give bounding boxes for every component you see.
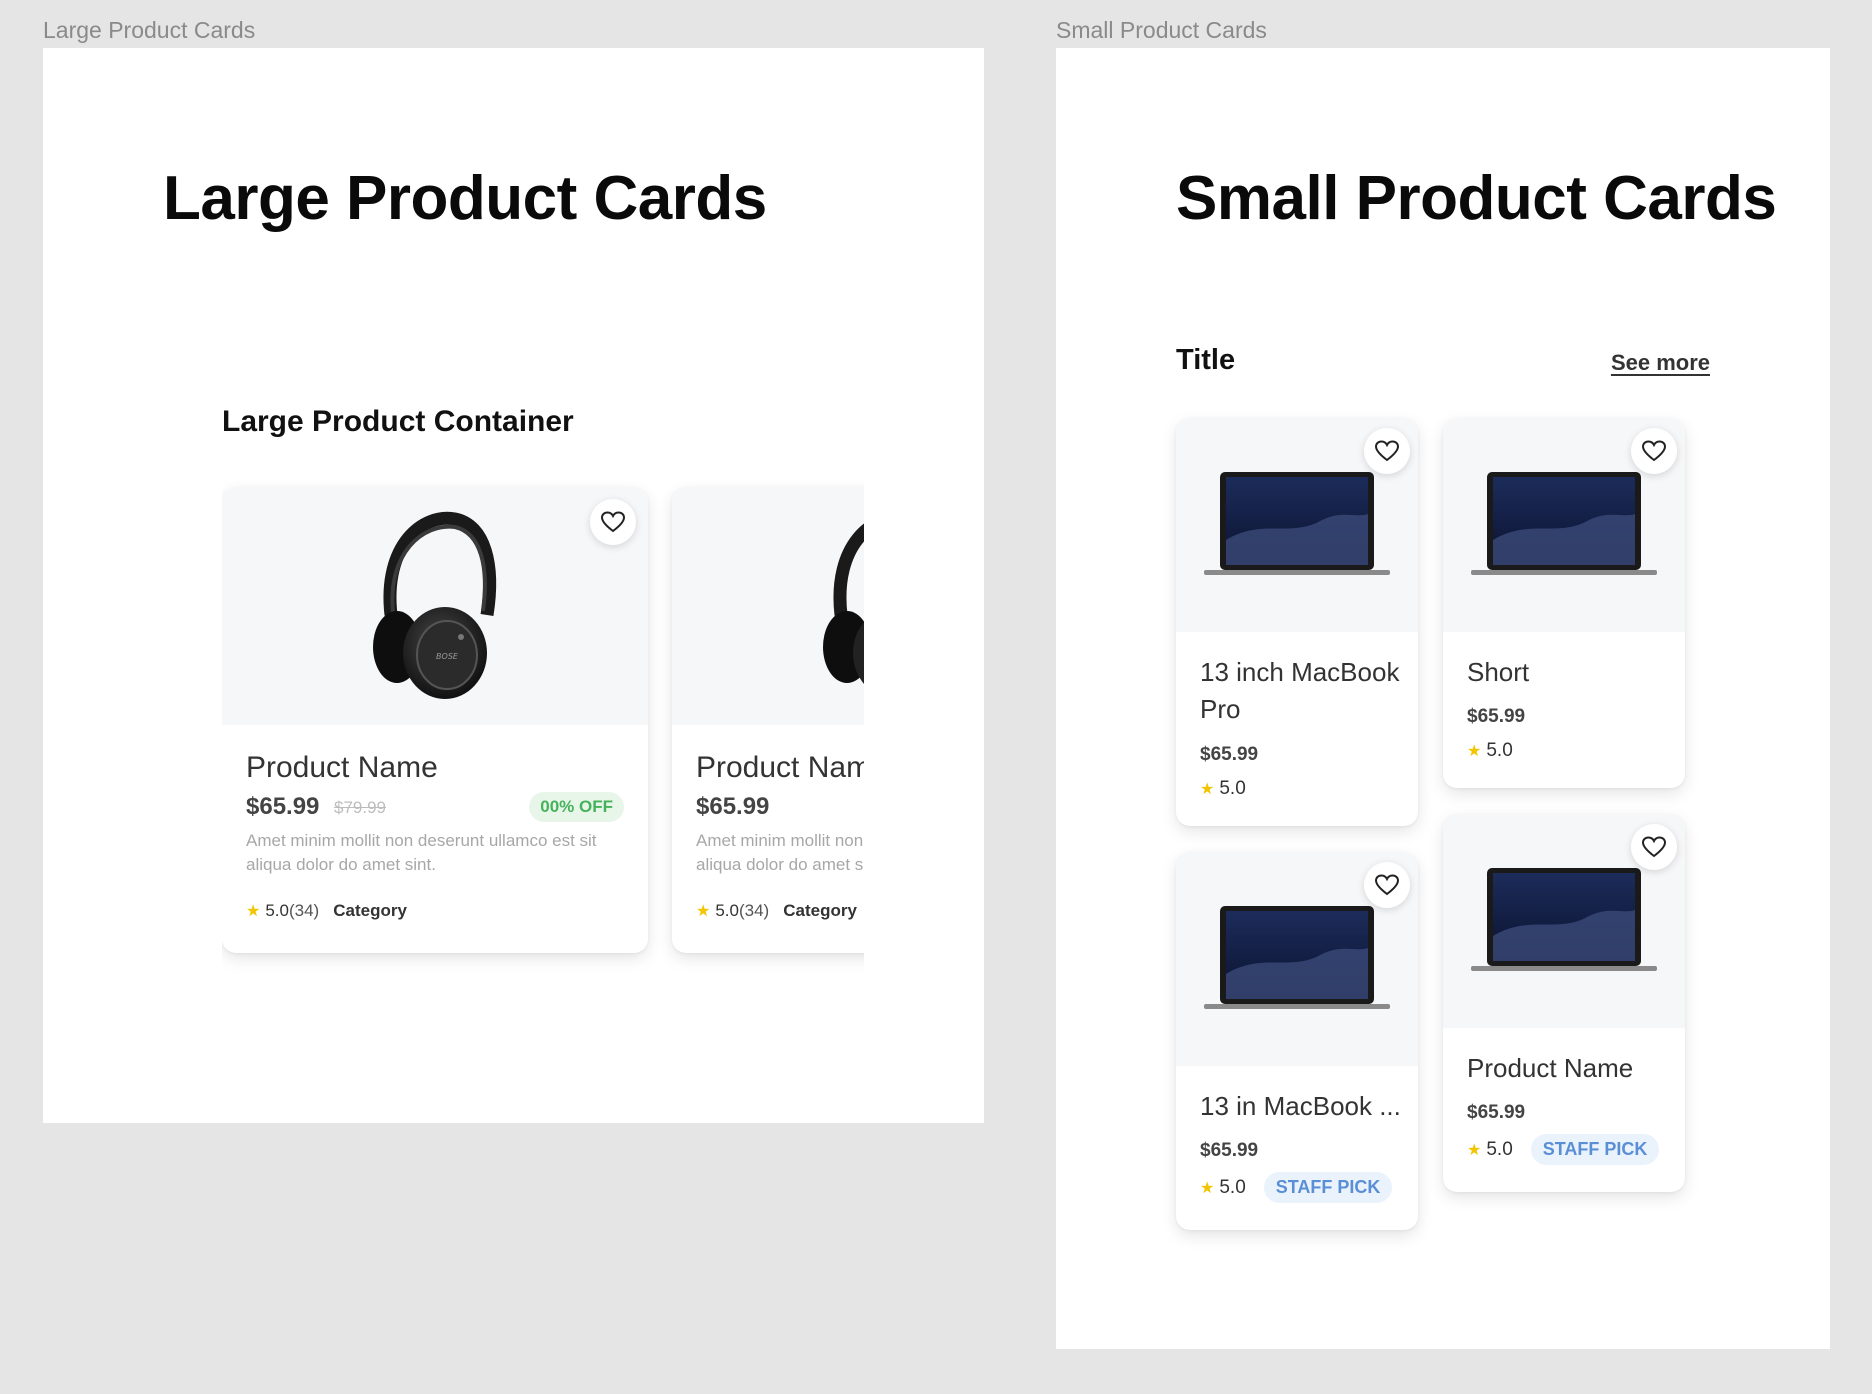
product-description: Amet minim mollit non deserunt ullamco e… — [696, 831, 864, 874]
laptop-icon — [1471, 472, 1657, 575]
product-image-area: BOSE — [222, 487, 648, 725]
favorite-button[interactable] — [1364, 862, 1410, 908]
small-product-card[interactable]: Short $65.99 ★ 5.0 — [1443, 418, 1685, 788]
category-label[interactable]: Category — [783, 901, 857, 921]
small-product-card[interactable]: 13 inch MacBook Pro $65.99 ★ 5.0 — [1176, 418, 1418, 826]
headphones-icon — [823, 524, 864, 685]
rating-value: 5.0 — [1219, 778, 1246, 799]
rating-value: 5.0 — [265, 901, 289, 920]
product-meta: ★ 5.0 — [1467, 740, 1513, 762]
large-product-card[interactable]: Product Name $65.99 Amet minim mollit no… — [672, 487, 864, 953]
star-icon: ★ — [696, 903, 711, 920]
star-icon: ★ — [1200, 1179, 1215, 1197]
laptop-icon — [1204, 906, 1390, 1009]
heart-icon — [1642, 836, 1666, 858]
rating-value: 5.0 — [1219, 1176, 1246, 1198]
small-product-cards-frame: Small Product Cards Title See more 13 in… — [1056, 48, 1830, 1349]
product-price: $65.99 — [1467, 706, 1526, 727]
product-name[interactable]: 13 inch MacBook Pro — [1200, 654, 1400, 728]
product-name[interactable]: Product Name — [1467, 1050, 1667, 1087]
frame-label-large: Large Product Cards — [43, 17, 256, 43]
star-icon: ★ — [1467, 743, 1482, 760]
discount-badge: 00% OFF — [529, 792, 624, 822]
page-title: Small Product Cards — [1176, 164, 1777, 233]
svg-text:BOSE: BOSE — [436, 652, 459, 661]
favorite-button[interactable] — [1364, 428, 1410, 474]
staff-pick-badge: STAFF PICK — [1530, 1134, 1660, 1165]
category-label[interactable]: Category — [333, 901, 407, 921]
review-count: (34) — [288, 901, 320, 920]
favorite-button[interactable] — [1631, 824, 1677, 870]
favorite-button[interactable] — [1631, 428, 1677, 474]
page-title: Large Product Cards — [163, 164, 767, 233]
star-icon: ★ — [1467, 1141, 1482, 1159]
star-icon: ★ — [1200, 781, 1215, 798]
small-product-card[interactable]: 13 in MacBook ... $65.99 ★ 5.0 STAFF PIC… — [1176, 852, 1418, 1230]
product-price: $65.99 — [1467, 1102, 1526, 1123]
product-price: $65.99 — [1200, 1140, 1259, 1161]
laptop-icon — [1204, 472, 1390, 575]
product-name[interactable]: Product Name — [246, 751, 438, 785]
heart-icon — [1375, 874, 1399, 896]
favorite-button[interactable] — [590, 499, 636, 545]
product-meta: ★ 5.0 STAFF PICK — [1200, 1172, 1393, 1203]
staff-pick-badge: STAFF PICK — [1263, 1172, 1393, 1203]
heart-icon — [1642, 440, 1666, 462]
product-image-area — [672, 487, 864, 725]
rating-value: 5.0 — [1486, 740, 1513, 761]
product-name[interactable]: Product Name — [696, 751, 864, 785]
rating-value: 5.0 — [715, 901, 739, 920]
heart-icon — [601, 511, 625, 533]
product-price: $65.99 — [1200, 744, 1259, 765]
product-name[interactable]: 13 in MacBook ... — [1200, 1088, 1401, 1125]
product-meta: ★ 5.0 (34) Category — [696, 901, 857, 921]
small-product-card[interactable]: Product Name $65.99 ★ 5.0 STAFF PICK — [1443, 814, 1685, 1192]
product-name[interactable]: Short — [1467, 654, 1667, 691]
product-old-price: $79.99 — [334, 798, 386, 817]
large-product-carousel[interactable]: BOSE Product Name $65.99 $79.99 00% OFF … — [222, 477, 864, 1037]
product-meta: ★ 5.0 — [1200, 778, 1246, 800]
product-meta: ★ 5.0 STAFF PICK — [1467, 1134, 1660, 1165]
rating-value: 5.0 — [1486, 1138, 1513, 1160]
headphones-icon: BOSE — [373, 511, 497, 699]
product-description: Amet minim mollit non deserunt ullamco e… — [246, 831, 597, 874]
product-price: $65.99 — [246, 793, 320, 820]
heart-icon — [1375, 440, 1399, 462]
product-price: $65.99 — [696, 793, 770, 820]
see-more-link[interactable]: See more — [1611, 350, 1710, 376]
star-icon: ★ — [246, 903, 261, 920]
frame-label-small: Small Product Cards — [1056, 17, 1267, 43]
product-meta: ★ 5.0 (34) Category — [246, 901, 407, 921]
large-product-card[interactable]: BOSE Product Name $65.99 $79.99 00% OFF … — [222, 487, 648, 953]
review-count: (34) — [738, 901, 770, 920]
section-title: Title — [1176, 344, 1236, 376]
laptop-icon — [1471, 868, 1657, 971]
large-product-cards-frame: Large Product Cards Large Product Contai… — [43, 48, 984, 1123]
container-title: Large Product Container — [222, 405, 574, 438]
